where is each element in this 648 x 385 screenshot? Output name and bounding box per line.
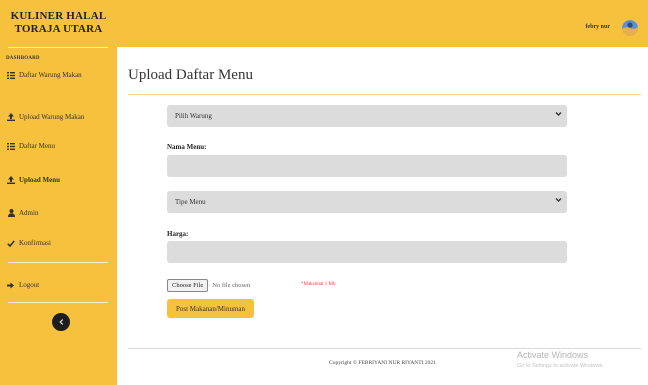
file-upload: Choose File No file chosen — [167, 279, 250, 292]
sidebar-item-label: Admin — [19, 209, 39, 217]
harga-label: Harga: — [167, 230, 189, 238]
avatar-icon[interactable] — [622, 20, 638, 36]
sidebar-item-daftar-warung-makan[interactable]: Daftar Warung Makan — [6, 68, 82, 82]
warung-select[interactable]: Pilih Warung — [167, 105, 567, 127]
logout-icon — [6, 282, 16, 289]
check-icon — [6, 239, 16, 247]
sidebar-item-label: Upload Warung Makan — [19, 113, 85, 121]
sidebar-item-konfirmasi[interactable]: Konfirmasi — [6, 236, 51, 250]
windows-watermark-subtitle: Go to Settings to activate Windows. — [517, 363, 604, 369]
brand-line-2: TORAJA UTARA — [14, 23, 103, 35]
sidebar-item-upload-menu[interactable]: Upload Menu — [6, 173, 60, 187]
sidebar-toggle-button[interactable] — [52, 313, 70, 331]
user-icon — [6, 209, 16, 217]
list-icon — [6, 71, 16, 79]
tipe-menu-select-value: Tipe Menu — [175, 198, 206, 206]
sidebar-item-label: Daftar Warung Makan — [19, 71, 82, 79]
chevron-down-icon — [555, 111, 562, 119]
sidebar-divider — [8, 302, 108, 303]
sidebar-divider — [8, 262, 108, 263]
sidebar-item-label: Logout — [19, 281, 40, 289]
harga-input[interactable] — [167, 241, 567, 263]
upload-icon — [6, 113, 16, 121]
sidebar-heading: DASHBOARD — [6, 56, 40, 61]
sidebar-item-daftar-menu[interactable]: Daftar Menu — [6, 139, 55, 153]
choose-file-button[interactable]: Choose File — [167, 279, 209, 292]
nama-menu-input[interactable] — [167, 155, 567, 177]
brand-line-1: KULINER HALAL — [10, 10, 107, 22]
chevron-left-icon — [58, 318, 64, 327]
sidebar-item-label: Konfirmasi — [19, 239, 51, 247]
list-icon — [6, 142, 16, 150]
sidebar-item-label: Upload Menu — [19, 176, 61, 184]
tipe-menu-select[interactable]: Tipe Menu — [167, 191, 567, 213]
upload-icon — [6, 176, 16, 184]
user-name[interactable]: febry nur — [586, 24, 611, 30]
file-size-hint: *Maksimal 1 Mb — [301, 282, 336, 287]
footer-divider — [128, 348, 641, 349]
sidebar-item-upload-warung-makan[interactable]: Upload Warung Makan — [6, 110, 84, 124]
nama-menu-label: Nama Menu: — [167, 143, 207, 151]
page-title: Upload Daftar Menu — [128, 67, 253, 83]
title-divider — [128, 94, 641, 95]
footer: Copyright © FEBRIYANI NUR RIYANTI 2021 A… — [117, 322, 648, 385]
sidebar-divider — [8, 47, 108, 48]
file-status: No file chosen — [212, 282, 251, 289]
sidebar-item-label: Daftar Menu — [19, 142, 55, 150]
post-button[interactable]: Post Makanan/Minuman — [167, 299, 254, 318]
windows-watermark-title: Activate Windows — [517, 350, 589, 360]
topbar: febry nur — [117, 0, 648, 47]
chevron-down-icon — [555, 197, 562, 205]
brand[interactable]: KULINER HALAL TORAJA UTARA — [0, 10, 117, 36]
sidebar: KULINER HALAL TORAJA UTARA DASHBOARD Daf… — [0, 0, 117, 385]
warung-select-value: Pilih Warung — [175, 112, 212, 120]
sidebar-item-admin[interactable]: Admin — [6, 206, 38, 220]
sidebar-item-logout[interactable]: Logout — [6, 278, 39, 292]
